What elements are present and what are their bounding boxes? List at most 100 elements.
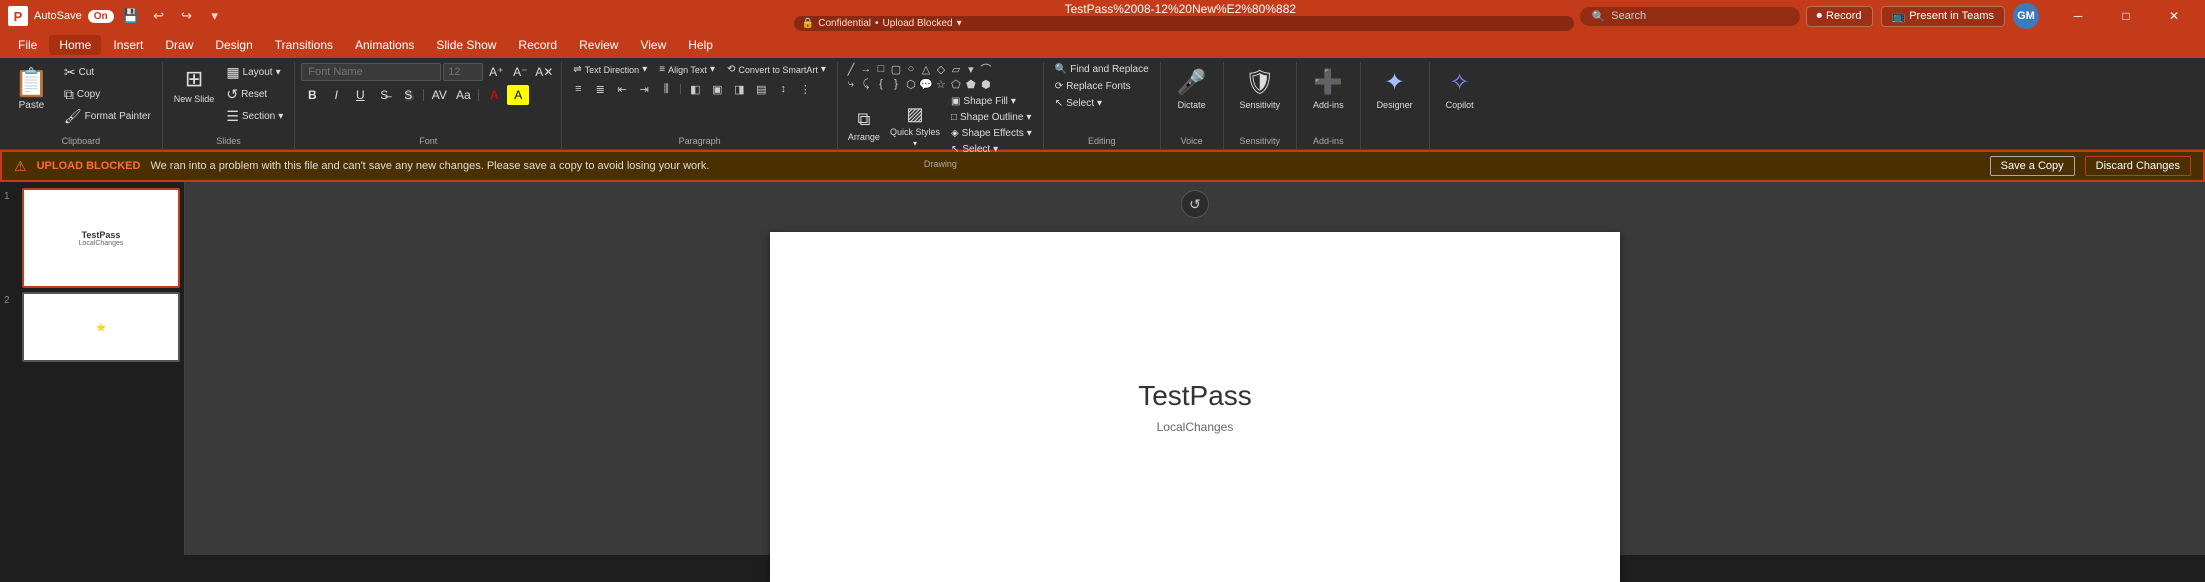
menu-review[interactable]: Review (569, 35, 628, 55)
spacing-button[interactable]: AV (428, 85, 450, 105)
menu-help[interactable]: Help (678, 35, 723, 55)
paste-button[interactable]: 📋 Paste (6, 62, 57, 115)
reset-button[interactable]: ↺ Reset (221, 84, 288, 105)
shape-diamond[interactable]: ◇ (934, 62, 948, 76)
font-decrease-button[interactable]: A⁻ (509, 62, 531, 82)
shape-extra1[interactable]: ⬟ (964, 77, 978, 91)
save-copy-button[interactable]: Save a Copy (1990, 156, 2075, 176)
align-right-button[interactable]: ◨ (729, 80, 749, 98)
quick-styles-button[interactable]: ▨ Quick Styles ▾ (886, 102, 944, 150)
autosave-toggle[interactable]: On (88, 10, 114, 23)
dictate-button[interactable]: 🎤 Dictate (1167, 62, 1217, 116)
select-button[interactable]: ↖ Select ▾ (946, 142, 1037, 157)
shape-star[interactable]: ☆ (934, 77, 948, 91)
arrange-button[interactable]: ⧉ Arrange (844, 107, 884, 144)
menu-insert[interactable]: Insert (103, 35, 153, 55)
layout-button[interactable]: ▦ Layout ▾ (221, 62, 288, 83)
shape-pentagon[interactable]: ⬠ (949, 77, 963, 91)
align-text-button[interactable]: ≡ Align Text ▾ (654, 62, 720, 77)
section-button[interactable]: ☰ Section ▾ (221, 106, 288, 127)
case-button[interactable]: Aa (452, 85, 474, 105)
shape-flowchart[interactable]: ⬡ (904, 77, 918, 91)
indent-increase-button[interactable]: ⇥ (634, 80, 654, 98)
shape-rounded[interactable]: ▢ (889, 62, 903, 76)
redo-icon[interactable]: ↪ (176, 5, 198, 27)
format-painter-button[interactable]: 🖌 Format Painter (59, 106, 156, 127)
menu-file[interactable]: File (8, 35, 47, 55)
close-button[interactable]: ✕ (2151, 0, 2197, 32)
select-menu-button[interactable]: ↖ Select ▾ (1050, 96, 1107, 111)
font-name-input[interactable] (301, 63, 441, 81)
font-size-input[interactable] (443, 63, 483, 81)
menu-animations[interactable]: Animations (345, 35, 424, 55)
menu-record[interactable]: Record (508, 35, 567, 55)
new-slide-button[interactable]: ⊞ New Slide (169, 62, 220, 108)
shape-effects-button[interactable]: ◈ Shape Effects ▾ (946, 126, 1037, 141)
list-numbers-button[interactable]: ≣ (590, 80, 610, 98)
strikethrough-button[interactable]: S̶ (373, 85, 395, 105)
sensitivity-button[interactable]: 🛡 Sensitivity (1230, 62, 1291, 116)
shape-callout[interactable]: 💬 (919, 77, 933, 91)
italic-button[interactable]: I (325, 85, 347, 105)
shape-curve[interactable]: ⌒ (979, 62, 993, 76)
find-replace-button[interactable]: 🔍 Find and Replace (1050, 62, 1154, 77)
align-left-button[interactable]: ◧ (685, 80, 705, 98)
font-increase-button[interactable]: A⁺ (485, 62, 507, 82)
shape-arrow[interactable]: → (859, 62, 873, 76)
line-spacing-button[interactable]: ↕ (773, 80, 793, 98)
shape-fill-button[interactable]: ▣ Shape Fill ▾ (946, 94, 1037, 109)
shape-outline-button[interactable]: □ Shape Outline ▾ (946, 110, 1037, 125)
copilot-button[interactable]: ✧ Copilot (1436, 62, 1484, 116)
shape-rect[interactable]: □ (874, 62, 888, 76)
menu-view[interactable]: View (630, 35, 676, 55)
discard-changes-button[interactable]: Discard Changes (2085, 156, 2191, 176)
cut-button[interactable]: ✂ Cut (59, 62, 156, 83)
bold-button[interactable]: B (301, 85, 323, 105)
record-button[interactable]: ⏺ Record (1806, 6, 1873, 27)
designer-button[interactable]: ✦ Designer (1367, 62, 1423, 116)
shape-triangle[interactable]: △ (919, 62, 933, 76)
slide-canvas[interactable]: TestPass LocalChanges (770, 232, 1620, 582)
shape-parallelogram[interactable]: ▱ (949, 62, 963, 76)
menu-draw[interactable]: Draw (155, 35, 203, 55)
underline-button[interactable]: U (349, 85, 371, 105)
shape-line[interactable]: ╱ (844, 62, 858, 76)
menu-design[interactable]: Design (205, 35, 262, 55)
avatar[interactable]: GM (2013, 3, 2039, 29)
shape-bracket[interactable]: { (874, 77, 888, 91)
undo-icon[interactable]: ↩ (148, 5, 170, 27)
shape-more[interactable]: ▾ (964, 62, 978, 76)
menu-transitions[interactable]: Transitions (265, 35, 343, 55)
slide-preview-1[interactable]: TestPass LocalChanges (22, 188, 180, 288)
shape-circle[interactable]: ○ (904, 62, 918, 76)
text-direction-button[interactable]: ⇌ Text Direction ▾ (568, 62, 652, 77)
indent-decrease-button[interactable]: ⇤ (612, 80, 632, 98)
shape-connector[interactable]: ⤹ (859, 77, 873, 91)
replace-fonts-button[interactable]: ⟳ Replace Fonts (1050, 79, 1136, 94)
col-count-button[interactable]: ⫼ (656, 80, 676, 98)
highlight-button[interactable]: A (507, 85, 529, 105)
font-color-button[interactable]: A (483, 85, 505, 105)
justify-button[interactable]: ▤ (751, 80, 771, 98)
minimize-button[interactable]: ─ (2055, 0, 2101, 32)
shape-bend[interactable]: ⤷ (844, 77, 858, 91)
customize-icon[interactable]: ▾ (204, 5, 226, 27)
font-clear-button[interactable]: A✕ (533, 62, 555, 82)
addins-button[interactable]: ➕ Add-ins (1303, 62, 1354, 116)
convert-smartart-button[interactable]: ⟲ Convert to SmartArt ▾ (722, 62, 831, 77)
shape-extra2[interactable]: ⬢ (979, 77, 993, 91)
shape-brace[interactable]: } (889, 77, 903, 91)
menu-home[interactable]: Home (49, 35, 101, 55)
save-icon[interactable]: 💾 (120, 5, 142, 27)
present-in-teams-button[interactable]: 📺 Present in Teams (1881, 6, 2006, 27)
list-bullets-button[interactable]: ≡ (568, 80, 588, 98)
maximize-button[interactable]: □ (2103, 0, 2149, 32)
align-center-button[interactable]: ▣ (707, 80, 727, 98)
search-bar[interactable]: 🔍 Search (1580, 7, 1800, 26)
slide-preview-2[interactable]: ⭐ (22, 292, 180, 362)
col-button[interactable]: ⋮ (795, 80, 815, 98)
canvas-icon-button[interactable]: ↺ (1181, 190, 1209, 218)
menu-slideshow[interactable]: Slide Show (426, 35, 506, 55)
shadow-button[interactable]: S (397, 85, 419, 105)
copy-button[interactable]: ⧉ Copy (59, 84, 156, 105)
